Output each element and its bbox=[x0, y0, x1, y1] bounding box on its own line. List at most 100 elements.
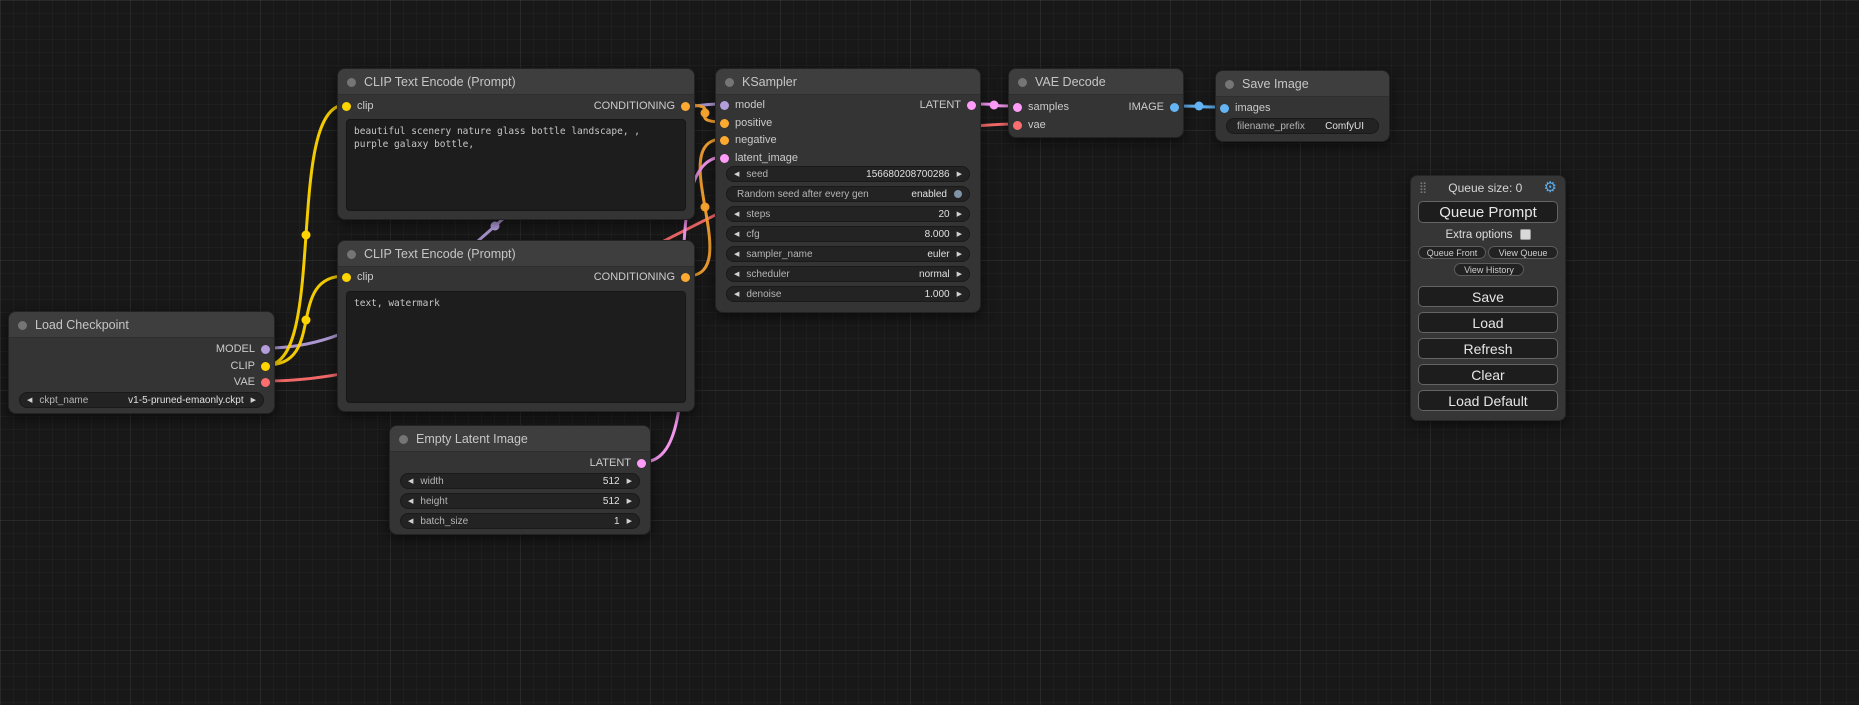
model-slot-icon[interactable] bbox=[261, 345, 270, 354]
collapse-dot-icon[interactable] bbox=[347, 250, 356, 259]
node-title-bar[interactable]: Empty Latent Image bbox=[390, 426, 650, 452]
arrow-right-icon[interactable]: ▶ bbox=[957, 270, 962, 278]
image-slot-icon[interactable] bbox=[1220, 104, 1229, 113]
node-ksampler[interactable]: KSampler model positive negative latent_… bbox=[715, 68, 981, 313]
node-vae-decode[interactable]: VAE Decode samples vae IMAGE bbox=[1008, 68, 1184, 138]
arrow-left-icon[interactable]: ◀ bbox=[27, 396, 32, 404]
model-slot-icon[interactable] bbox=[720, 101, 729, 110]
random-seed-toggle-widget[interactable]: Random seed after every gen enabled bbox=[726, 186, 970, 202]
clip-slot-icon[interactable] bbox=[342, 273, 351, 282]
clear-button[interactable]: Clear bbox=[1418, 364, 1558, 385]
sampler-name-widget[interactable]: ◀ sampler_name euler ▶ bbox=[726, 246, 970, 262]
latent-slot-icon[interactable] bbox=[1013, 103, 1022, 112]
node-title-bar[interactable]: Load Checkpoint bbox=[9, 312, 274, 338]
node-load-checkpoint[interactable]: Load Checkpoint MODEL CLIP VAE ◀ ckpt_na… bbox=[8, 311, 275, 414]
ckpt-name-widget[interactable]: ◀ ckpt_name v1-5-pruned-emaonly.ckpt ▶ bbox=[19, 392, 264, 408]
conditioning-slot-icon[interactable] bbox=[681, 273, 690, 282]
queue-front-button[interactable]: Queue Front bbox=[1418, 246, 1486, 259]
denoise-widget[interactable]: ◀ denoise 1.000 ▶ bbox=[726, 286, 970, 302]
positive-prompt-textarea[interactable]: beautiful scenery nature glass bottle la… bbox=[346, 119, 686, 211]
input-slot-negative[interactable]: negative bbox=[720, 134, 777, 146]
arrow-right-icon[interactable]: ▶ bbox=[957, 290, 962, 298]
input-slot-clip[interactable]: clip bbox=[342, 100, 374, 112]
vae-slot-icon[interactable] bbox=[1013, 121, 1022, 130]
output-slot-latent[interactable]: LATENT bbox=[920, 99, 976, 111]
seed-widget[interactable]: ◀ seed 156680208700286 ▶ bbox=[726, 166, 970, 182]
input-slot-model[interactable]: model bbox=[720, 99, 765, 111]
toggle-dot-icon[interactable] bbox=[954, 190, 962, 198]
queue-prompt-button[interactable]: Queue Prompt bbox=[1418, 201, 1558, 223]
node-graph-canvas[interactable]: Load Checkpoint MODEL CLIP VAE ◀ ckpt_na… bbox=[0, 0, 1859, 705]
filename-prefix-widget[interactable]: filename_prefix ComfyUI bbox=[1226, 118, 1379, 134]
input-slot-clip[interactable]: clip bbox=[342, 271, 374, 283]
refresh-button[interactable]: Refresh bbox=[1418, 338, 1558, 359]
collapse-dot-icon[interactable] bbox=[1225, 80, 1234, 89]
output-slot-conditioning[interactable]: CONDITIONING bbox=[594, 271, 690, 283]
arrow-right-icon[interactable]: ▶ bbox=[957, 210, 962, 218]
collapse-dot-icon[interactable] bbox=[1018, 78, 1027, 87]
negative-prompt-textarea[interactable]: text, watermark bbox=[346, 291, 686, 403]
output-slot-latent[interactable]: LATENT bbox=[590, 457, 646, 469]
output-slot-model[interactable]: MODEL bbox=[216, 343, 270, 355]
input-slot-images[interactable]: images bbox=[1220, 102, 1270, 114]
node-empty-latent-image[interactable]: Empty Latent Image LATENT ◀ width 512 ▶ … bbox=[389, 425, 651, 535]
latent-slot-icon[interactable] bbox=[720, 154, 729, 163]
arrow-left-icon[interactable]: ◀ bbox=[734, 210, 739, 218]
clip-slot-icon[interactable] bbox=[342, 102, 351, 111]
output-slot-image[interactable]: IMAGE bbox=[1129, 101, 1179, 113]
latent-slot-icon[interactable] bbox=[967, 101, 976, 110]
arrow-right-icon[interactable]: ▶ bbox=[957, 230, 962, 238]
node-title-bar[interactable]: KSampler bbox=[716, 69, 980, 95]
collapse-dot-icon[interactable] bbox=[347, 78, 356, 87]
view-history-button[interactable]: View History bbox=[1454, 263, 1524, 276]
load-button[interactable]: Load bbox=[1418, 312, 1558, 333]
arrow-left-icon[interactable]: ◀ bbox=[408, 497, 413, 505]
arrow-right-icon[interactable]: ▶ bbox=[957, 170, 962, 178]
drag-handle-icon[interactable]: ⣿ bbox=[1419, 183, 1427, 193]
conditioning-slot-icon[interactable] bbox=[681, 102, 690, 111]
scheduler-widget[interactable]: ◀ scheduler normal ▶ bbox=[726, 266, 970, 282]
arrow-left-icon[interactable]: ◀ bbox=[408, 477, 413, 485]
load-default-button[interactable]: Load Default bbox=[1418, 390, 1558, 411]
extra-options-checkbox[interactable] bbox=[1520, 229, 1531, 240]
conditioning-slot-icon[interactable] bbox=[720, 136, 729, 145]
node-title-bar[interactable]: Save Image bbox=[1216, 71, 1389, 97]
input-slot-vae[interactable]: vae bbox=[1013, 119, 1046, 131]
view-queue-button[interactable]: View Queue bbox=[1488, 246, 1558, 259]
arrow-left-icon[interactable]: ◀ bbox=[734, 290, 739, 298]
latent-slot-icon[interactable] bbox=[637, 459, 646, 468]
arrow-right-icon[interactable]: ▶ bbox=[627, 517, 632, 525]
arrow-left-icon[interactable]: ◀ bbox=[734, 250, 739, 258]
node-clip-text-encode-positive[interactable]: CLIP Text Encode (Prompt) clip CONDITION… bbox=[337, 68, 695, 220]
arrow-right-icon[interactable]: ▶ bbox=[957, 250, 962, 258]
batch-size-widget[interactable]: ◀ batch_size 1 ▶ bbox=[400, 513, 640, 529]
image-slot-icon[interactable] bbox=[1170, 103, 1179, 112]
input-slot-samples[interactable]: samples bbox=[1013, 101, 1069, 113]
arrow-left-icon[interactable]: ◀ bbox=[408, 517, 413, 525]
cfg-widget[interactable]: ◀ cfg 8.000 ▶ bbox=[726, 226, 970, 242]
node-title-bar[interactable]: CLIP Text Encode (Prompt) bbox=[338, 241, 694, 267]
arrow-left-icon[interactable]: ◀ bbox=[734, 230, 739, 238]
collapse-dot-icon[interactable] bbox=[399, 435, 408, 444]
input-slot-latent-image[interactable]: latent_image bbox=[720, 152, 798, 164]
save-button[interactable]: Save bbox=[1418, 286, 1558, 307]
settings-gear-icon[interactable]: ⚙ bbox=[1544, 181, 1557, 195]
steps-widget[interactable]: ◀ steps 20 ▶ bbox=[726, 206, 970, 222]
collapse-dot-icon[interactable] bbox=[725, 78, 734, 87]
arrow-right-icon[interactable]: ▶ bbox=[251, 396, 256, 404]
arrow-left-icon[interactable]: ◀ bbox=[734, 170, 739, 178]
height-widget[interactable]: ◀ height 512 ▶ bbox=[400, 493, 640, 509]
arrow-right-icon[interactable]: ▶ bbox=[627, 497, 632, 505]
arrow-right-icon[interactable]: ▶ bbox=[627, 477, 632, 485]
node-save-image[interactable]: Save Image images filename_prefix ComfyU… bbox=[1215, 70, 1390, 142]
vae-slot-icon[interactable] bbox=[261, 378, 270, 387]
output-slot-vae[interactable]: VAE bbox=[234, 376, 270, 388]
node-clip-text-encode-negative[interactable]: CLIP Text Encode (Prompt) clip CONDITION… bbox=[337, 240, 695, 412]
input-slot-positive[interactable]: positive bbox=[720, 117, 772, 129]
node-title-bar[interactable]: CLIP Text Encode (Prompt) bbox=[338, 69, 694, 95]
conditioning-slot-icon[interactable] bbox=[720, 119, 729, 128]
collapse-dot-icon[interactable] bbox=[18, 321, 27, 330]
output-slot-clip[interactable]: CLIP bbox=[231, 360, 270, 372]
output-slot-conditioning[interactable]: CONDITIONING bbox=[594, 100, 690, 112]
width-widget[interactable]: ◀ width 512 ▶ bbox=[400, 473, 640, 489]
